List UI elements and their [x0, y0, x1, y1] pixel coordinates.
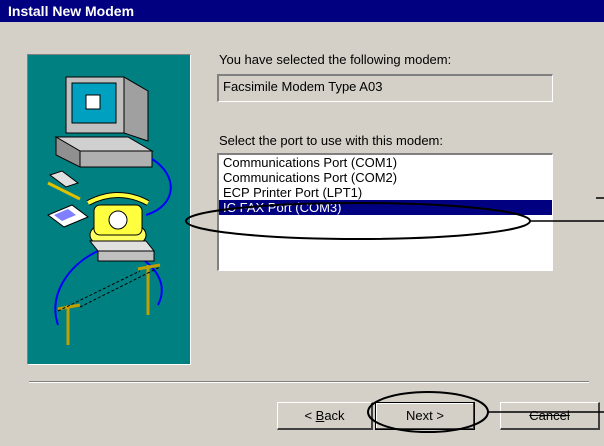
next-button[interactable]: Next > [375, 402, 475, 430]
port-item-com1[interactable]: Communications Port (COM1) [219, 155, 552, 170]
wizard-illustration [27, 54, 191, 365]
window-title: Install New Modem [8, 3, 135, 19]
cancel-button[interactable]: Cancel [500, 402, 600, 430]
next-button-label: Next > [406, 408, 444, 423]
back-button-prefix: < [304, 408, 316, 423]
cancel-button-label: Cancel [529, 408, 570, 423]
port-item-com2[interactable]: Communications Port (COM2) [219, 170, 552, 185]
port-item-lpt1[interactable]: ECP Printer Port (LPT1) [219, 185, 552, 200]
port-item-com3-selected[interactable]: IC FAX Port (COM3) [219, 200, 552, 215]
title-bar: Install New Modem [0, 0, 604, 22]
install-new-modem-dialog: Install New Modem You have selected the … [0, 0, 604, 446]
selected-modem-field: Facsimile Modem Type A03 [217, 74, 553, 102]
port-select-label: Select the port to use with this modem: [219, 133, 443, 148]
selected-modem-label: You have selected the following modem: [219, 52, 452, 67]
back-button[interactable]: < Back [277, 402, 373, 430]
port-listbox[interactable]: Communications Port (COM1) Communication… [217, 153, 553, 271]
button-separator [29, 381, 589, 383]
back-button-rest: ack [324, 408, 345, 423]
computer-modem-illustration [47, 76, 172, 345]
